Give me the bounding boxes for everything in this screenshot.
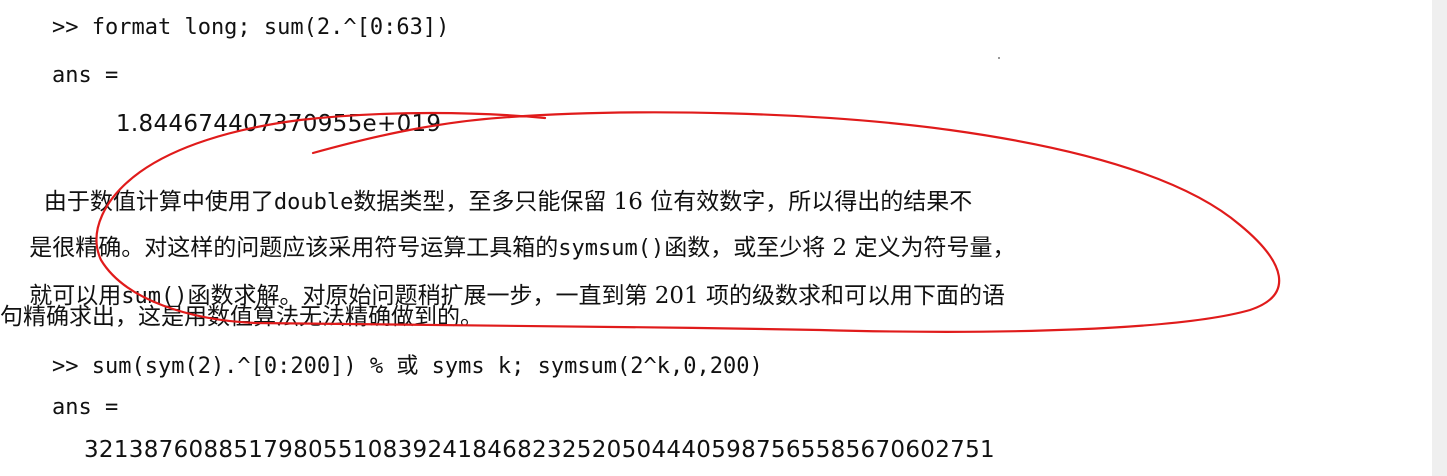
code-command-1: >> format long; sum(2.^[0:63]) (52, 15, 450, 40)
code-command-2: >> sum(sym(2).^[0:200]) % 或 syms k; syms… (52, 354, 763, 379)
document-page: >> format long; sum(2.^[0:63]) ans = 1.8… (0, 0, 1432, 476)
result-1: 1.844674407370955e+019 (116, 111, 442, 137)
right-margin-strip (1432, 0, 1447, 476)
result-2: 3213876088517980551083924184682325205044… (84, 437, 995, 463)
ans-label-2: ans = (52, 395, 119, 420)
ans-label-1: ans = (52, 63, 119, 88)
scan-speck (998, 57, 1000, 59)
paragraph-line-4: 句精确求出，这是用数值算法无法精确做到的。 (0, 304, 483, 330)
